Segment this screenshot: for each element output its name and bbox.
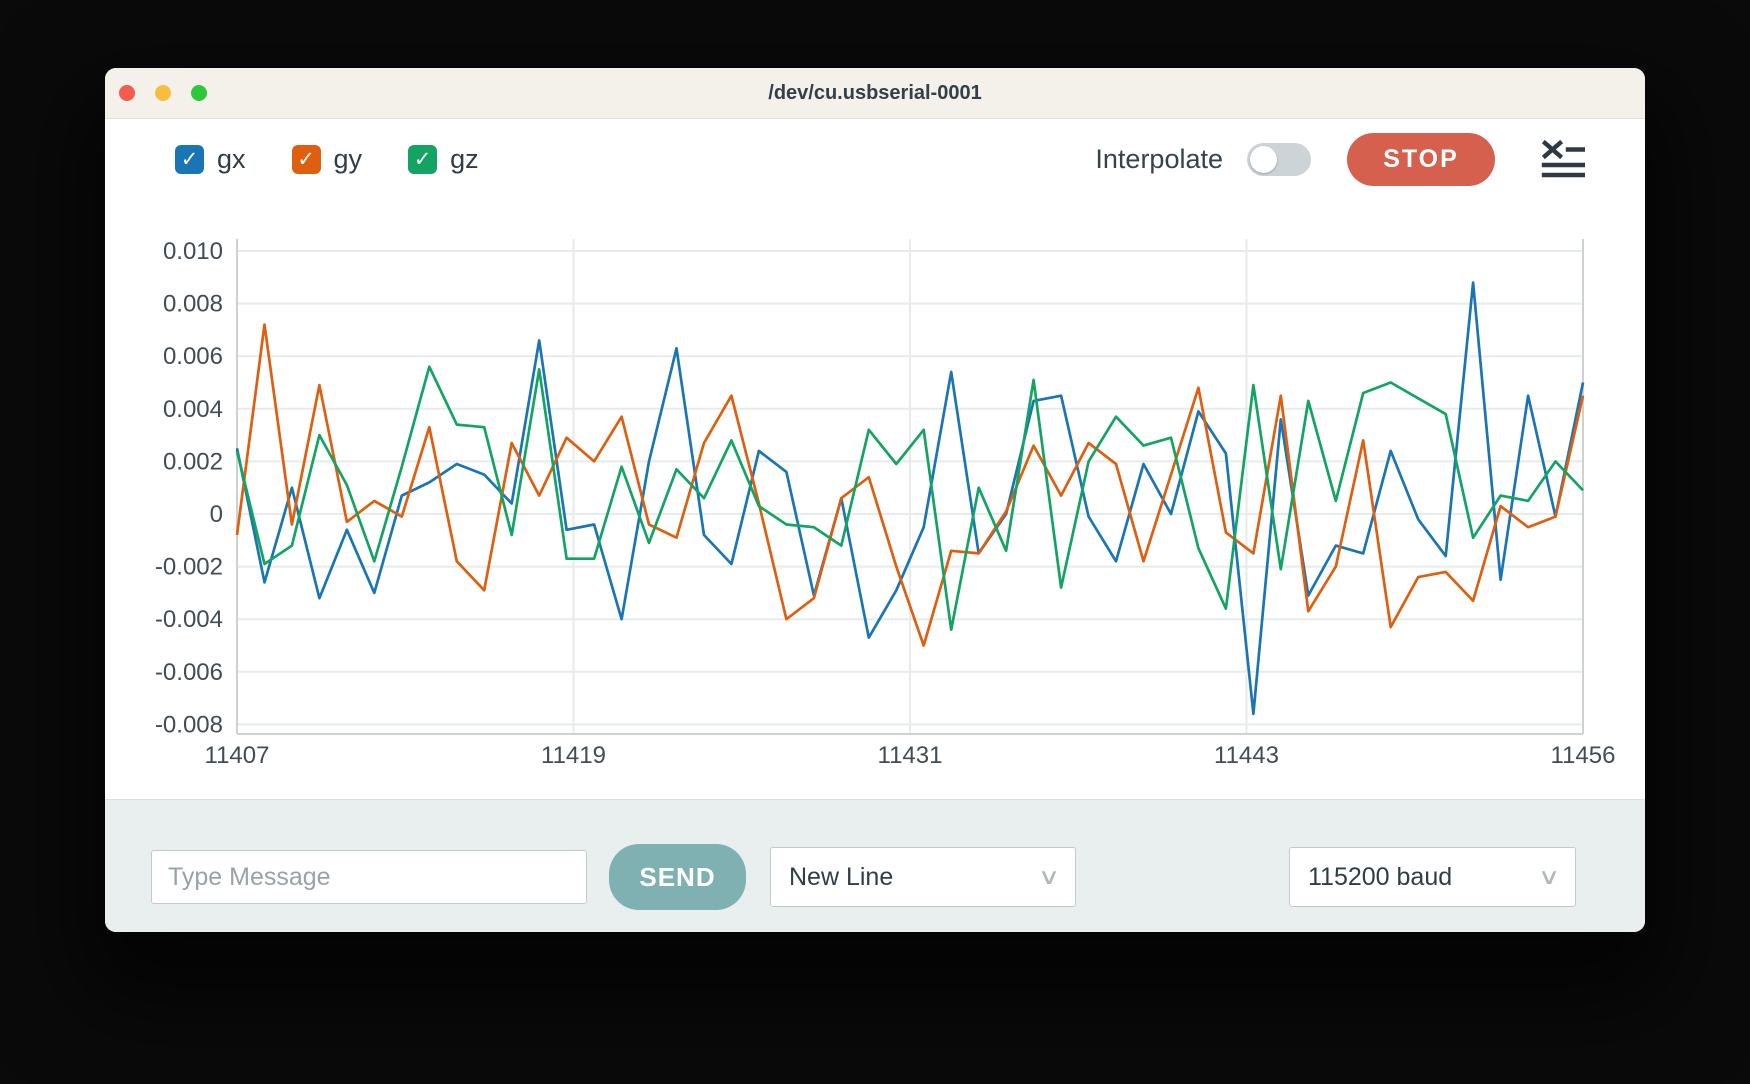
interpolate-toggle[interactable] xyxy=(1247,143,1311,176)
app-window: /dev/cu.usbserial-0001 ✓ gx ✓ gy ✓ gz In… xyxy=(105,68,1645,932)
clear-list-icon[interactable] xyxy=(1541,139,1585,179)
line-ending-select[interactable]: New Line ∨ xyxy=(770,847,1076,907)
interpolate-label: Interpolate xyxy=(1095,144,1223,175)
svg-text:-0.008: -0.008 xyxy=(155,711,223,738)
send-button[interactable]: SEND xyxy=(609,844,746,910)
checkbox-gz[interactable]: ✓ xyxy=(408,145,437,174)
baud-rate-value: 115200 baud xyxy=(1308,863,1452,892)
svg-text:0.004: 0.004 xyxy=(163,396,223,423)
checkbox-gx[interactable]: ✓ xyxy=(175,145,204,174)
svg-text:0.010: 0.010 xyxy=(163,238,223,265)
zoom-button[interactable] xyxy=(191,85,207,101)
svg-text:11431: 11431 xyxy=(878,742,943,769)
chart-area: 0.010 0.008 0.006 0.004 0.002 0 -0.002 -0.004 -0… xyxy=(105,199,1645,801)
svg-text:0: 0 xyxy=(210,501,223,528)
line-ending-value: New Line xyxy=(789,863,893,892)
svg-text:0.008: 0.008 xyxy=(163,291,223,318)
svg-text:11443: 11443 xyxy=(1214,742,1279,769)
svg-text:-0.006: -0.006 xyxy=(155,659,223,686)
message-input[interactable] xyxy=(151,850,587,904)
checkbox-gy[interactable]: ✓ xyxy=(292,145,321,174)
serial-bar: SEND New Line ∨ 115200 baud ∨ xyxy=(105,799,1645,932)
window-title: /dev/cu.usbserial-0001 xyxy=(768,82,981,105)
svg-text:0.002: 0.002 xyxy=(163,448,223,475)
stop-button[interactable]: STOP xyxy=(1347,133,1495,186)
series-label-gx: gx xyxy=(217,144,246,175)
chevron-down-icon: ∨ xyxy=(1538,864,1561,890)
series-toggle-gz[interactable]: ✓ gz xyxy=(408,144,479,175)
svg-text:-0.002: -0.002 xyxy=(155,554,223,581)
baud-rate-select[interactable]: 115200 baud ∨ xyxy=(1289,847,1576,907)
window-controls xyxy=(119,68,207,118)
series-toggle-gx[interactable]: ✓ gx xyxy=(175,144,246,175)
svg-text:11419: 11419 xyxy=(541,742,606,769)
toggle-knob xyxy=(1250,146,1277,173)
series-toggle-gy[interactable]: ✓ gy xyxy=(292,144,363,175)
svg-text:-0.004: -0.004 xyxy=(155,606,223,633)
svg-text:11407: 11407 xyxy=(205,742,270,769)
minimize-button[interactable] xyxy=(155,85,171,101)
close-button[interactable] xyxy=(119,85,135,101)
series-label-gy: gy xyxy=(334,144,363,175)
series-label-gz: gz xyxy=(450,144,479,175)
chevron-down-icon: ∨ xyxy=(1038,864,1061,890)
timeseries-chart: 0.010 0.008 0.006 0.004 0.002 0 -0.002 -0.004 -0… xyxy=(105,199,1645,801)
svg-text:11456: 11456 xyxy=(1551,742,1616,769)
title-bar: /dev/cu.usbserial-0001 xyxy=(105,68,1645,119)
toolbar: ✓ gx ✓ gy ✓ gz Interpolate STOP xyxy=(105,119,1645,199)
svg-text:0.006: 0.006 xyxy=(163,343,223,370)
